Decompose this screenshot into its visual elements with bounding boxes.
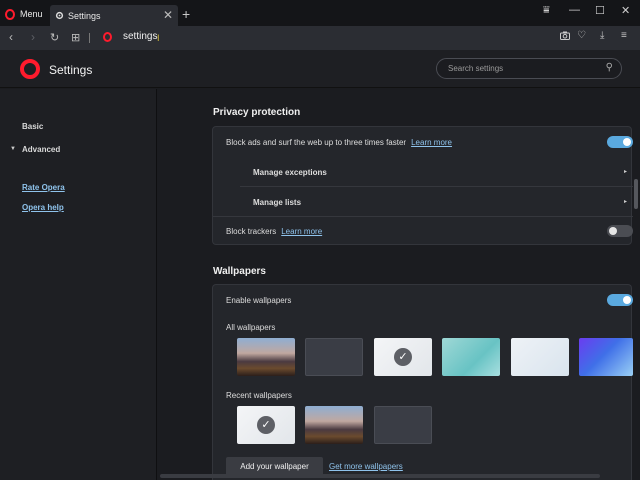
block-trackers-label: Block trackers Learn more — [226, 227, 322, 236]
block-trackers-toggle[interactable] — [607, 225, 633, 237]
manage-exceptions-row[interactable]: Manage exceptions ▸ — [213, 157, 633, 187]
block-ads-toggle[interactable] — [607, 136, 633, 148]
download-icon[interactable]: ⤓ — [600, 30, 604, 41]
block-ads-text: Block ads and surf the web up to three t… — [226, 138, 407, 147]
selected-check-icon: ✓ — [394, 348, 412, 366]
snapshot-icon[interactable] — [560, 31, 570, 43]
easy-setup-icon[interactable]: ≡ — [621, 30, 627, 41]
address-bar: ‹ › ↻ ⊞ settings I ♡ ⤓ ≡ — [0, 26, 640, 50]
back-button[interactable]: ‹ — [9, 30, 13, 44]
page-title: Settings — [49, 63, 93, 77]
minimize-button[interactable]: — — [569, 4, 580, 16]
tab-settings[interactable]: Settings ✕ — [50, 5, 178, 26]
gear-icon — [55, 11, 64, 20]
wallpaper-thumb-teal[interactable] — [442, 338, 500, 376]
block-trackers-learn-more-link[interactable]: Learn more — [281, 227, 322, 236]
privacy-section-title: Privacy protection — [213, 107, 301, 118]
opera-logo-icon — [5, 8, 15, 20]
new-tab-button[interactable]: + — [182, 6, 190, 22]
wallpaper-thumb-city[interactable] — [237, 338, 295, 376]
privacy-card: Block ads and surf the web up to three t… — [212, 126, 633, 246]
chevron-right-icon: ▸ — [623, 199, 627, 205]
recent-thumb-dark[interactable] — [374, 406, 432, 444]
chevron-down-icon[interactable]: ▼ — [10, 146, 16, 152]
settings-main: Privacy protection Block ads and surf th… — [158, 89, 640, 480]
selected-check-icon: ✓ — [257, 416, 275, 434]
close-window-button[interactable]: ✕ — [621, 4, 630, 17]
tab-close-icon[interactable]: ✕ — [163, 8, 173, 22]
vertical-scrollbar[interactable] — [634, 179, 638, 209]
bookmark-heart-icon[interactable]: ♡ — [577, 30, 586, 41]
search-input[interactable]: Search settings ⚲ — [436, 58, 622, 79]
block-trackers-text: Block trackers — [226, 227, 277, 236]
wallpaper-thumb-dark[interactable] — [305, 338, 363, 376]
address-input[interactable]: settings — [123, 31, 157, 42]
block-ads-label: Block ads and surf the web up to three t… — [226, 138, 452, 147]
rate-opera-link[interactable]: Rate Opera — [22, 183, 65, 192]
block-trackers-row: Block trackers Learn more — [213, 216, 633, 246]
recent-thumb-city[interactable] — [305, 406, 363, 444]
search-icon: ⚲ — [605, 62, 613, 73]
enable-wallpapers-label: Enable wallpapers — [226, 296, 292, 305]
manage-lists-row[interactable]: Manage lists ▸ — [213, 187, 633, 216]
all-wallpapers-label: All wallpapers — [226, 323, 276, 332]
tab-grid-icon[interactable]: ⊞ — [71, 31, 80, 44]
address-separator — [89, 33, 90, 43]
toggle-knob — [609, 227, 617, 235]
settings-header: Settings Search settings ⚲ — [0, 50, 640, 88]
text-cursor-icon: I — [157, 33, 160, 43]
menu-button[interactable]: Menu — [0, 4, 48, 24]
block-ads-learn-more-link[interactable]: Learn more — [411, 138, 452, 147]
reload-button[interactable]: ↻ — [50, 31, 59, 44]
title-bar: Menu Settings ✕ + ⩸ — ☐ ✕ — [0, 0, 640, 26]
horizontal-scrollbar[interactable] — [160, 474, 600, 478]
wallpaper-thumb-purple[interactable] — [579, 338, 633, 376]
recent-wallpapers-label: Recent wallpapers — [226, 391, 292, 400]
maximize-button[interactable]: ☐ — [595, 4, 605, 17]
manage-exceptions-label: Manage exceptions — [253, 168, 327, 177]
wallpapers-card: Enable wallpapers All wallpapers ✓ Recen… — [212, 284, 633, 480]
recent-thumb-white[interactable]: ✓ — [237, 406, 295, 444]
get-more-wallpapers-link[interactable]: Get more wallpapers — [329, 462, 403, 471]
tab-menu-icon[interactable]: ⩸ — [543, 4, 550, 17]
enable-wallpapers-row: Enable wallpapers — [213, 285, 633, 315]
sidebar-item-advanced[interactable]: Advanced — [22, 145, 60, 154]
wallpapers-section-title: Wallpapers — [213, 266, 266, 277]
search-placeholder: Search settings — [448, 64, 504, 73]
enable-wallpapers-toggle[interactable] — [607, 294, 633, 306]
sidebar-item-basic[interactable]: Basic — [22, 122, 43, 131]
wallpaper-thumb-white[interactable]: ✓ — [374, 338, 432, 376]
chevron-right-icon: ▸ — [623, 169, 627, 175]
wallpaper-thumb-pale[interactable] — [511, 338, 569, 376]
manage-lists-label: Manage lists — [253, 198, 302, 207]
toggle-knob — [623, 138, 631, 146]
forward-button[interactable]: › — [31, 30, 35, 44]
menu-label: Menu — [20, 9, 43, 19]
opera-logo-icon — [20, 59, 40, 79]
toggle-knob — [623, 296, 631, 304]
camera-icon — [560, 31, 570, 40]
block-ads-row: Block ads and surf the web up to three t… — [213, 127, 633, 157]
opera-site-icon — [103, 32, 112, 42]
opera-help-link[interactable]: Opera help — [22, 203, 64, 212]
tab-title: Settings — [68, 10, 101, 21]
